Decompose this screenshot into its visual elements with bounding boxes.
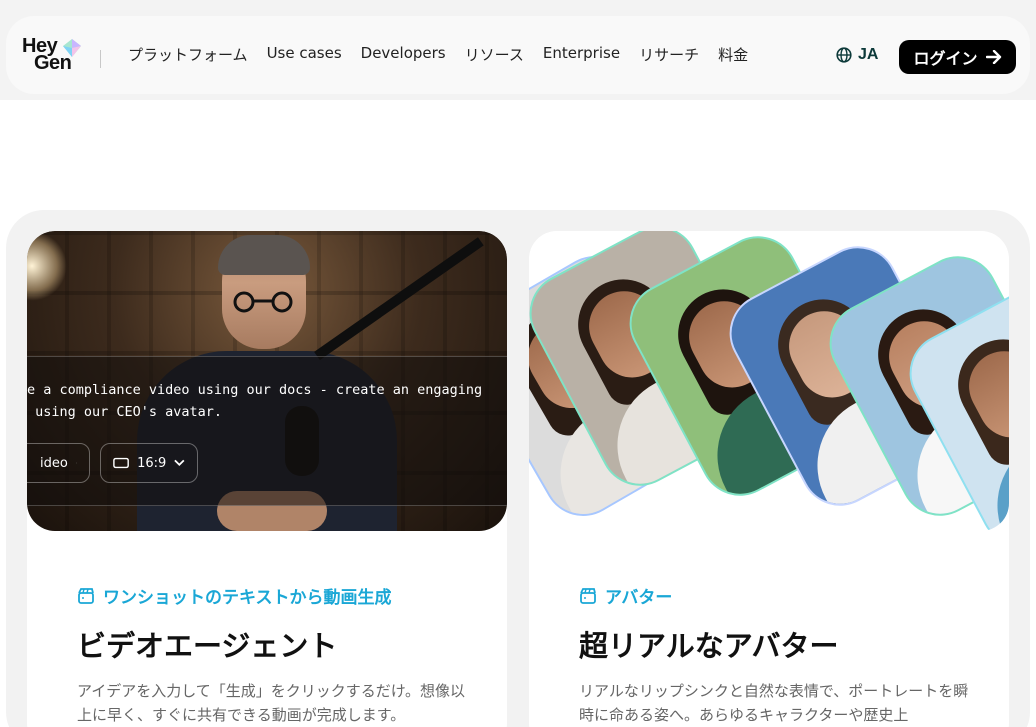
menu-item-enterprise[interactable]: Enterprise — [543, 44, 620, 65]
video-type-label: ideo — [40, 455, 68, 471]
nav-divider — [100, 50, 101, 68]
aspect-ratio-icon — [113, 457, 129, 469]
arrow-right-icon — [985, 50, 1001, 64]
menu-item-resources[interactable]: リソース — [465, 44, 524, 65]
video-agent-preview: e a compliance video using our docs - cr… — [27, 231, 507, 531]
clapperboard-icon — [580, 587, 596, 604]
card-description: リアルなリップシンクと自然な表情で、ポートレートを瞬時に命ある姿へ。あらゆるキャ… — [579, 682, 969, 724]
language-selector[interactable]: JA — [836, 46, 878, 64]
card-title: ビデオエージェント — [77, 629, 338, 663]
main-menu: プラットフォーム Use cases Developers リソース Enter… — [128, 44, 767, 65]
aspect-ratio-dropdown[interactable]: 16:9 — [100, 443, 198, 483]
card-category-label: ワンショットのテキストから動画生成 — [103, 588, 392, 608]
card-category: アバター — [579, 583, 672, 608]
clapperboard-icon — [78, 587, 94, 604]
login-label: ログイン — [913, 49, 978, 68]
glasses-icon — [233, 291, 293, 313]
feature-card-video-agent[interactable]: e a compliance video using our docs - cr… — [27, 231, 507, 727]
menu-item-pricing[interactable]: 料金 — [718, 44, 748, 65]
chevron-down-icon — [174, 459, 185, 467]
aspect-ratio-label: 16:9 — [137, 455, 167, 471]
prompt-overlay: e a compliance video using our docs - cr… — [27, 356, 507, 506]
prompt-line-2: using our CEO's avatar. — [27, 404, 223, 420]
login-button[interactable]: ログイン — [899, 40, 1016, 74]
menu-item-developers[interactable]: Developers — [361, 44, 446, 65]
feature-card-avatars[interactable]: アバター 超リアルなアバター リアルなリップシンクと自然な表情で、ポートレートを… — [529, 231, 1009, 727]
chevron-down-icon — [75, 462, 77, 464]
prompt-line-1: e a compliance video using our docs - cr… — [27, 382, 483, 398]
card-description: アイデアを入力して「生成」をクリックするだけ。想像以上に早く、すぐに共有できる動… — [77, 682, 466, 724]
navbar: Hey Gen プラットフォーム Use cases Developers リソ… — [6, 16, 1030, 94]
globe-icon — [836, 47, 852, 63]
menu-item-research[interactable]: リサーチ — [639, 44, 699, 65]
card-category-label: アバター — [605, 588, 673, 608]
menu-item-use-cases[interactable]: Use cases — [267, 44, 342, 65]
prompt-text: e a compliance video using our docs - cr… — [27, 379, 507, 423]
presenter-hair — [218, 235, 310, 275]
logo-gem-icon — [63, 39, 81, 57]
video-type-dropdown[interactable]: ideo — [27, 443, 90, 483]
menu-item-platform[interactable]: プラットフォーム — [128, 44, 248, 65]
card-category: ワンショットのテキストから動画生成 — [77, 583, 392, 608]
card-title: 超リアルなアバター — [579, 629, 839, 663]
avatar-preview — [529, 231, 1009, 531]
heygen-logo[interactable]: Hey Gen — [22, 36, 86, 74]
language-label: JA — [858, 46, 879, 63]
